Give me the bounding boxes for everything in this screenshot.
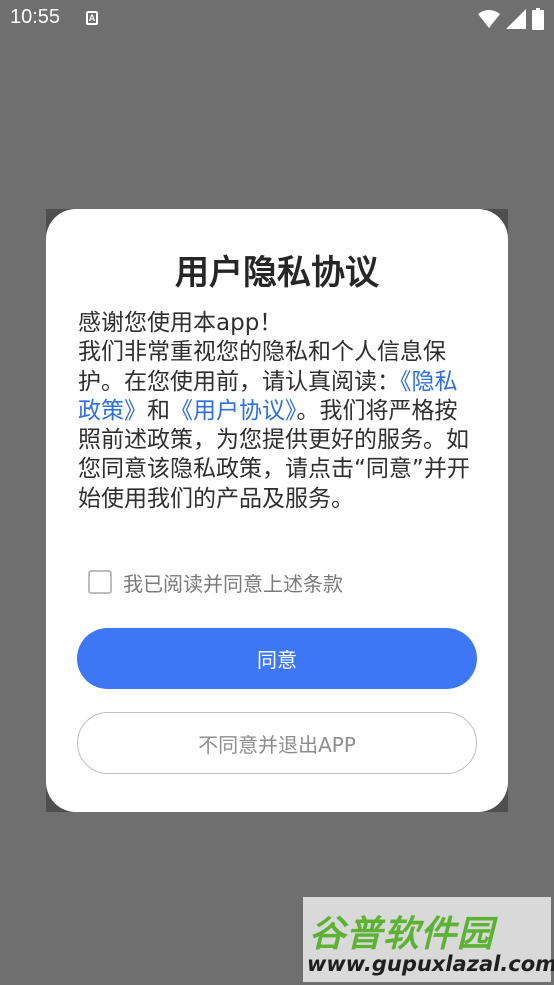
privacy-dialog: 用户隐私协议 感谢您使用本app！ 我们非常重视您的隐私和个人信息保护。在您使用…	[46, 209, 508, 812]
consent-row[interactable]: 我已阅读并同意上述条款	[88, 567, 343, 597]
dialog-body: 感谢您使用本app！ 我们非常重视您的隐私和个人信息保护。在您使用前，请认真阅读…	[78, 309, 478, 514]
wifi-icon	[478, 10, 500, 28]
notification-a-icon: A	[86, 11, 98, 25]
consent-label[interactable]: 我已阅读并同意上述条款	[123, 568, 343, 597]
agree-button[interactable]: 同意	[77, 628, 477, 689]
status-icons	[478, 8, 544, 30]
battery-icon	[532, 8, 544, 30]
signal-icon	[506, 9, 526, 29]
status-bar: 10:55 A	[0, 0, 554, 38]
watermark: 谷普软件园 www.gupuxlazal.com	[303, 897, 554, 982]
policy-text-1: 我们非常重视您的隐私和个人信息保护。在您使用前，请认真阅读：	[78, 339, 446, 395]
greeting-text: 感谢您使用本app！	[78, 310, 283, 336]
dialog-title: 用户隐私协议	[175, 253, 379, 293]
watermark-logo: 谷普软件园	[309, 914, 495, 955]
watermark-url: www.gupuxlazal.com	[307, 952, 554, 976]
status-time: 10:55	[10, 6, 61, 28]
policy-paragraph: 我们非常重视您的隐私和个人信息保护。在您使用前，请认真阅读：《隐私政策》和《用户…	[78, 338, 478, 514]
and-text: 和	[147, 397, 170, 424]
consent-checkbox[interactable]	[88, 570, 112, 594]
decline-exit-button[interactable]: 不同意并退出APP	[77, 712, 477, 774]
user-agreement-link[interactable]: 《用户协议》	[170, 398, 297, 424]
